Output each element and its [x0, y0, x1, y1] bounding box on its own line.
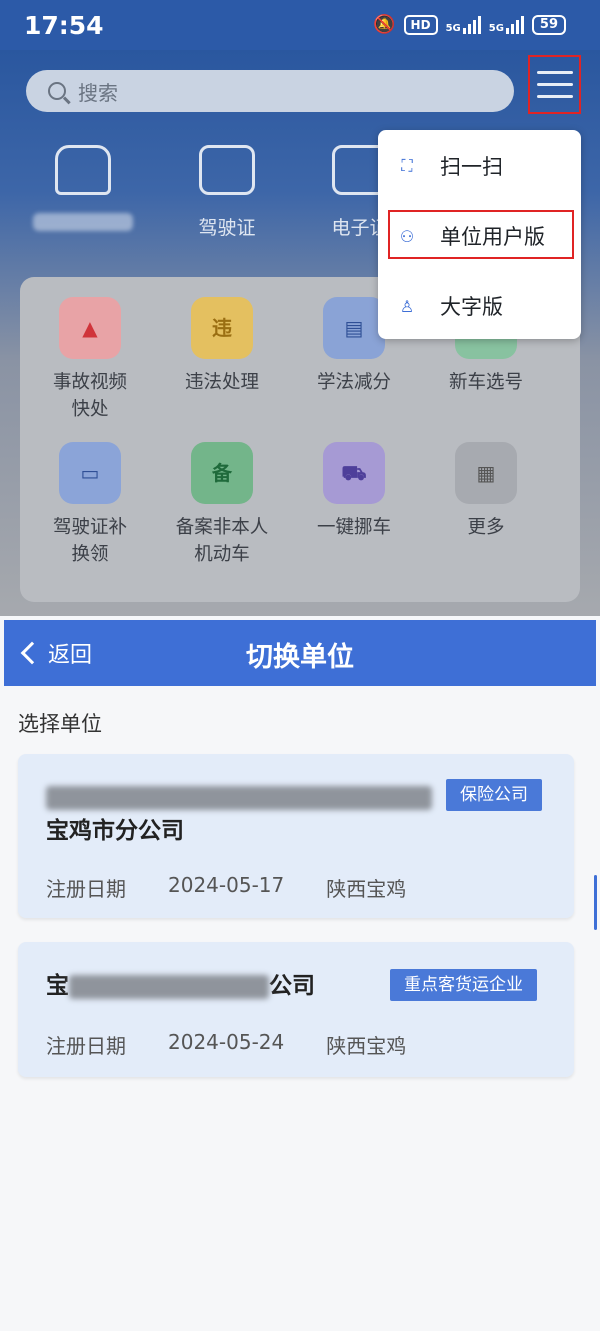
tow-truck-icon: ⛟ — [323, 442, 385, 504]
overflow-menu: ⛶ 扫一扫 ⚇ 单位用户版 ♙ 大字版 — [378, 130, 581, 339]
switch-unit-screenshot: 返回 切换单位 选择单位 宝鸡市分公司 保险公司 注册日期 2024-05-17… — [0, 616, 600, 1331]
grid-item-more[interactable]: ▦ 更多 — [421, 442, 551, 541]
search-icon — [48, 82, 66, 100]
scrollbar[interactable] — [594, 875, 597, 930]
page-title: 切换单位 — [246, 642, 354, 673]
signal-2: 5G — [489, 15, 524, 34]
siren-icon: ▲ — [59, 297, 121, 359]
search-placeholder: 搜索 — [78, 80, 118, 105]
grid-item-accident[interactable]: ▲ 事故视频快处 — [25, 297, 155, 423]
unit-type-badge: 保险公司 — [446, 779, 542, 811]
highlight-box — [388, 210, 574, 259]
grid-item-license-replace[interactable]: ▭ 驾驶证补换领 — [25, 442, 155, 568]
scan-icon: ⛶ — [401, 156, 413, 175]
more-icon: ▦ — [455, 442, 517, 504]
home-screenshot: 17:54 🔕 HD 5G 5G 59 搜索 驾驶证 电子证 ▲ 事故视频快处 … — [0, 0, 600, 616]
status-icons: 🔕 HD 5G 5G 59 — [373, 14, 566, 35]
signal-1: 5G — [446, 15, 481, 34]
signal-bars-icon — [462, 15, 481, 34]
grid-item-move-car[interactable]: ⛟ 一键挪车 — [289, 442, 419, 541]
quick-label-blurred — [33, 213, 133, 231]
unit-name: 宝公司 — [46, 973, 315, 999]
shield-icon: 备 — [191, 442, 253, 504]
hd-badge: HD — [403, 14, 438, 35]
unit-meta: 注册日期 2024-05-17 陕西宝鸡 — [46, 873, 407, 901]
book-icon: ▤ — [323, 297, 385, 359]
menu-item-large-text[interactable]: ♙ 大字版 — [378, 278, 581, 334]
redacted-text — [46, 785, 432, 810]
violation-icon: 违 — [191, 297, 253, 359]
quick-item-vehicle[interactable] — [28, 145, 138, 236]
battery-icon: 59 — [531, 14, 566, 35]
mute-icon: 🔕 — [373, 14, 396, 35]
search-bar[interactable]: 搜索 — [26, 70, 514, 112]
car-icon — [55, 145, 111, 195]
grid-item-violation[interactable]: 违 违法处理 — [157, 297, 287, 396]
menu-button[interactable] — [528, 55, 581, 114]
grid-item-register-vehicle[interactable]: 备 备案非本人机动车 — [157, 442, 287, 568]
unit-card[interactable]: 宝鸡市分公司 保险公司 注册日期 2024-05-17 陕西宝鸡 — [18, 754, 574, 918]
section-label: 选择单位 — [18, 712, 102, 736]
menu-item-scan[interactable]: ⛶ 扫一扫 — [378, 138, 581, 194]
status-time: 17:54 — [24, 11, 104, 40]
unit-card[interactable]: 宝公司 重点客货运企业 注册日期 2024-05-24 陕西宝鸡 — [18, 942, 574, 1077]
license-icon — [199, 145, 255, 195]
large-text-icon: ♙ — [399, 296, 415, 316]
unit-meta: 注册日期 2024-05-24 陕西宝鸡 — [46, 1030, 407, 1058]
signal-bars-icon — [505, 15, 524, 34]
menu-icon — [536, 71, 573, 74]
unit-name: 宝鸡市分公司 — [46, 780, 432, 848]
quick-item-license[interactable]: 驾驶证 — [172, 145, 282, 240]
unit-type-badge: 重点客货运企业 — [390, 969, 537, 1001]
status-bar: 17:54 🔕 HD 5G 5G 59 — [0, 0, 600, 50]
quick-label: 驾驶证 — [198, 217, 256, 239]
nav-bar: 返回 切换单位 — [4, 620, 596, 686]
card-replace-icon: ▭ — [59, 442, 121, 504]
redacted-text — [69, 974, 269, 999]
